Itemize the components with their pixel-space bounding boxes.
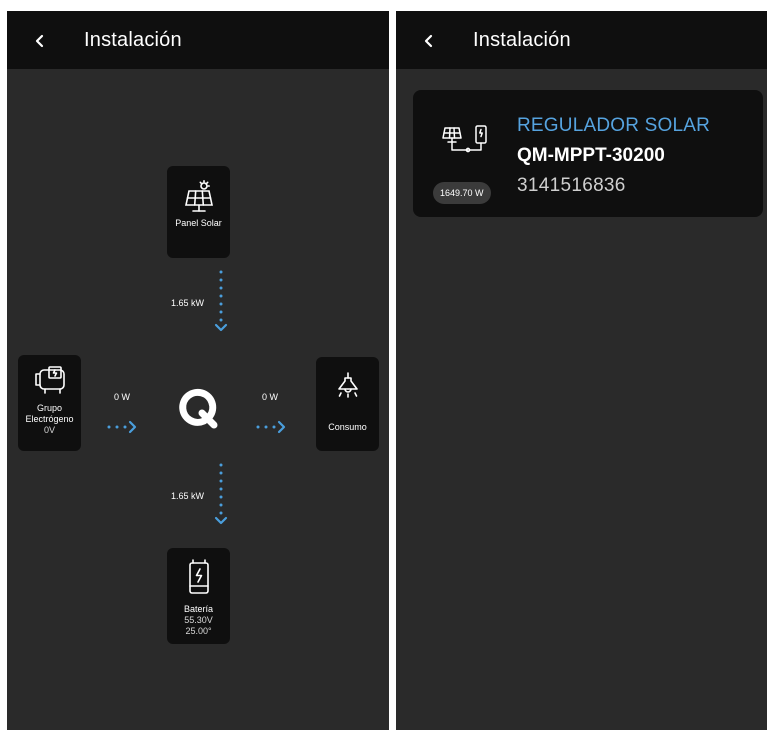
- chevron-left-icon: [35, 34, 44, 48]
- page-title: Instalación: [473, 29, 571, 51]
- consumption-flow-value: 0 W: [262, 392, 279, 402]
- solar-panel-icon: [184, 180, 213, 212]
- device-model: QM-MPPT-30200: [517, 145, 665, 166]
- battery-label: Batería: [183, 604, 214, 614]
- battery-temperature: 25.00°: [185, 626, 212, 636]
- lamp-icon: [337, 372, 358, 398]
- flow-arrow-down-icon: [214, 270, 228, 332]
- generator-flow-value: 0 W: [114, 392, 131, 402]
- device-card[interactable]: 1649.70 W REGULADOR SOLAR QM-MPPT-30200 …: [413, 90, 763, 217]
- consumption-label: Consumo: [328, 422, 367, 432]
- generator-voltage: 0V: [43, 425, 55, 435]
- solar-panel-node[interactable]: Panel Solar: [167, 166, 230, 258]
- device-type: REGULADOR SOLAR: [517, 115, 711, 136]
- flow-arrow-right-icon: [107, 420, 137, 434]
- battery-icon: [188, 559, 209, 594]
- page-title: Instalación: [84, 29, 182, 51]
- generator-icon: [34, 366, 65, 394]
- back-button[interactable]: [27, 28, 53, 54]
- consumption-node[interactable]: Consumo: [316, 357, 379, 451]
- generator-label-line2: Electrógeno: [25, 414, 74, 424]
- flow-arrow-right-icon: [256, 420, 286, 434]
- chevron-left-icon: [424, 34, 433, 48]
- solar-flow-value: 1.65 kW: [171, 298, 205, 308]
- app-bar: Instalación: [7, 11, 389, 69]
- installation-diagram-screen: Instalación Panel Solar 1.65 kW Grupo El…: [7, 11, 389, 730]
- battery-flow-value: 1.65 kW: [171, 491, 205, 501]
- solar-panel-label: Panel Solar: [175, 218, 222, 228]
- generator-node[interactable]: Grupo Electrógeno 0V: [18, 355, 81, 451]
- battery-voltage: 55.30V: [184, 615, 213, 625]
- generator-label-line1: Grupo: [36, 403, 62, 413]
- back-button[interactable]: [416, 28, 442, 54]
- q-logo: [179, 388, 218, 429]
- app-bar: Instalación: [396, 11, 767, 69]
- device-serial: 3141516836: [517, 175, 626, 196]
- installation-devices-screen: Instalación 1649.70 W REGULADOR SOLAR QM…: [396, 11, 767, 730]
- flow-arrow-down-icon: [214, 463, 228, 525]
- solar-regulator-icon: [442, 125, 487, 153]
- device-power-badge: 1649.70 W: [433, 182, 491, 204]
- battery-node[interactable]: Batería 55.30V 25.00°: [167, 548, 230, 644]
